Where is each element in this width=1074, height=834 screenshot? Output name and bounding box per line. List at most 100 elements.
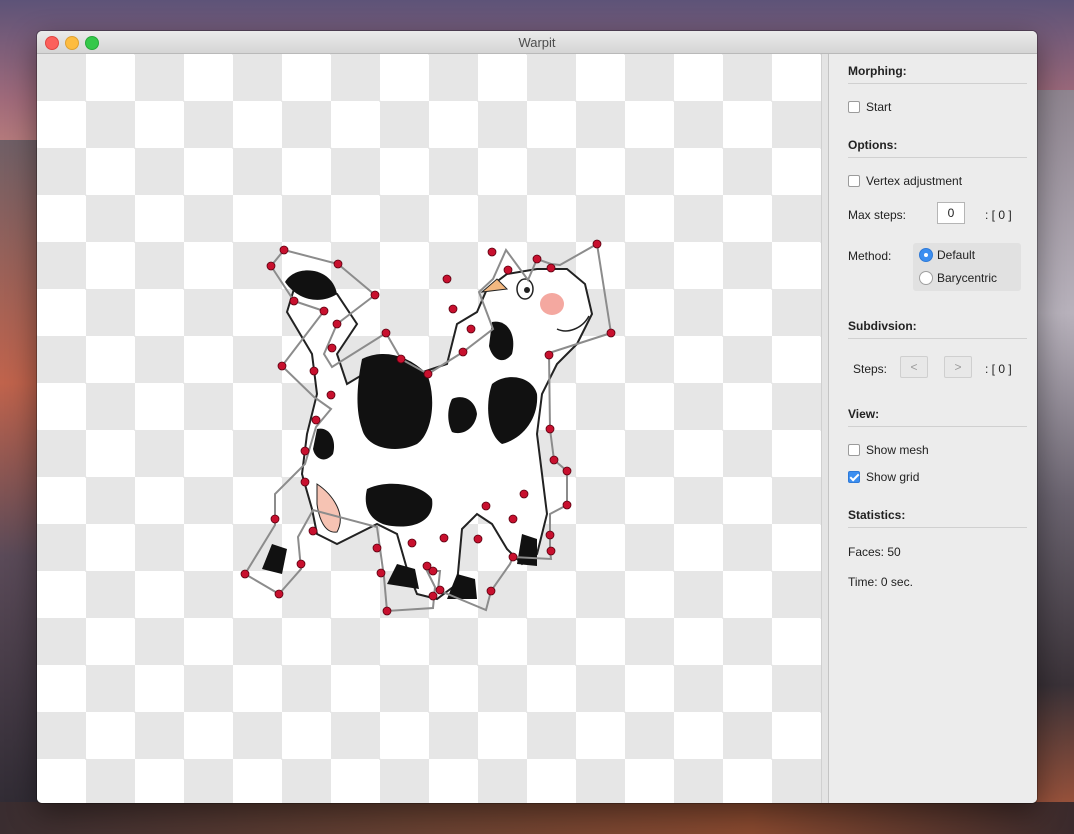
subdivision-steps-readout: : [ 0 ]: [985, 362, 1012, 376]
mesh-vertex: [545, 424, 555, 434]
method-default-label: Default: [937, 248, 976, 262]
mesh-vertex: [487, 247, 497, 257]
start-checkbox-row[interactable]: Start: [848, 100, 891, 114]
max-steps-label: Max steps:: [848, 208, 907, 222]
mesh-vertex: [448, 304, 458, 314]
app-window: Warpit Morphing: Start Options: Vertex a…: [37, 31, 1037, 803]
statistics-divider: [848, 527, 1027, 528]
show-grid-checkbox[interactable]: [848, 471, 860, 483]
mesh-vertex: [473, 534, 483, 544]
mesh-vertex: [435, 585, 445, 595]
mesh-vertex: [333, 259, 343, 269]
mesh-vertex: [503, 265, 513, 275]
method-option-barycentric[interactable]: Barycentric: [919, 271, 997, 285]
subdivision-prev-button[interactable]: <: [900, 356, 928, 378]
mesh-vertex: [545, 530, 555, 540]
view-divider: [848, 426, 1027, 427]
statistics-header: Statistics:: [848, 508, 906, 522]
view-header: View:: [848, 407, 880, 421]
mesh-vertex: [532, 254, 542, 264]
mesh-vertex: [458, 347, 468, 357]
warp-canvas[interactable]: [37, 54, 821, 803]
mesh-vertex: [439, 533, 449, 543]
mesh-vertex: [549, 455, 559, 465]
mesh-vertex: [508, 514, 518, 524]
options-divider: [848, 157, 1027, 158]
time-stat: Time: 0 sec.: [848, 575, 913, 589]
vertex-adjustment-checkbox[interactable]: [848, 175, 860, 187]
mesh-vertex: [519, 489, 529, 499]
mesh-vertex: [428, 591, 438, 601]
mesh-vertex: [300, 446, 310, 456]
mesh-vertex: [266, 261, 276, 271]
show-grid-label: Show grid: [866, 470, 920, 484]
mesh-vertex: [508, 552, 518, 562]
subdivision-next-button[interactable]: >: [944, 356, 972, 378]
desktop-wallpaper-right: [1034, 90, 1074, 834]
method-label: Method:: [848, 249, 892, 263]
mesh-vertex: [279, 245, 289, 255]
window-title: Warpit: [518, 35, 556, 50]
mesh-vertex: [466, 324, 476, 334]
mesh-vertex: [289, 296, 299, 306]
subdivision-header: Subdivsion:: [848, 319, 917, 333]
mesh-vertex: [319, 306, 329, 316]
show-mesh-checkbox[interactable]: [848, 444, 860, 456]
mesh-vertex: [562, 466, 572, 476]
mesh-vertex: [396, 354, 406, 364]
mesh-vertex: [309, 366, 319, 376]
mesh-vertex: [300, 477, 310, 487]
subdivision-divider: [848, 338, 1027, 339]
mesh-vertex: [308, 526, 318, 536]
mesh-vertex: [326, 390, 336, 400]
options-header: Options:: [848, 138, 898, 152]
show-mesh-row[interactable]: Show mesh: [848, 443, 929, 457]
mesh-vertex: [327, 343, 337, 353]
mesh-vertex: [481, 501, 491, 511]
mesh-vertex: [311, 415, 321, 425]
mesh-vertex: [442, 274, 452, 284]
cow-mesh-drawing[interactable]: [37, 54, 821, 803]
morphing-divider: [848, 83, 1027, 84]
mesh-vertex: [486, 586, 496, 596]
desktop-wallpaper-left: [0, 140, 40, 834]
radio-default[interactable]: [919, 248, 933, 262]
mesh-vertex: [544, 350, 554, 360]
mesh-vertex: [407, 538, 417, 548]
mesh-vertex: [423, 369, 433, 379]
mesh-vertex: [372, 543, 382, 553]
cow-image: [262, 268, 594, 601]
mesh-vertex: [562, 500, 572, 510]
mesh-vertex: [381, 328, 391, 338]
mesh-vertex: [277, 361, 287, 371]
mesh-vertex: [546, 546, 556, 556]
show-mesh-label: Show mesh: [866, 443, 929, 457]
mesh-vertex: [606, 328, 616, 338]
mesh-vertex: [370, 290, 380, 300]
mesh-vertex: [270, 514, 280, 524]
mesh-vertex: [332, 319, 342, 329]
max-steps-field[interactable]: 0: [937, 202, 965, 224]
radio-barycentric[interactable]: [919, 271, 933, 285]
vertex-adjustment-label: Vertex adjustment: [866, 174, 963, 188]
desktop-wallpaper-bottom: [0, 802, 1074, 834]
mesh-vertex: [296, 559, 306, 569]
start-checkbox[interactable]: [848, 101, 860, 113]
morphing-header: Morphing:: [848, 64, 907, 78]
control-panel: Morphing: Start Options: Vertex adjustme…: [829, 54, 1037, 803]
panel-divider[interactable]: [821, 54, 829, 803]
subdivision-steps-label: Steps:: [853, 362, 888, 376]
title-bar[interactable]: Warpit: [37, 31, 1037, 54]
method-option-default[interactable]: Default: [919, 248, 975, 262]
method-barycentric-label: Barycentric: [937, 271, 998, 285]
max-steps-readout: : [ 0 ]: [985, 208, 1012, 222]
mesh-vertex: [376, 568, 386, 578]
mesh-vertex: [592, 239, 602, 249]
start-label: Start: [866, 100, 892, 114]
faces-count: Faces: 50: [848, 545, 901, 559]
vertex-adjustment-row[interactable]: Vertex adjustment: [848, 174, 962, 188]
mesh-vertex: [240, 569, 250, 579]
mesh-vertex: [422, 561, 432, 571]
mesh-vertex: [546, 263, 556, 273]
show-grid-row[interactable]: Show grid: [848, 470, 919, 484]
